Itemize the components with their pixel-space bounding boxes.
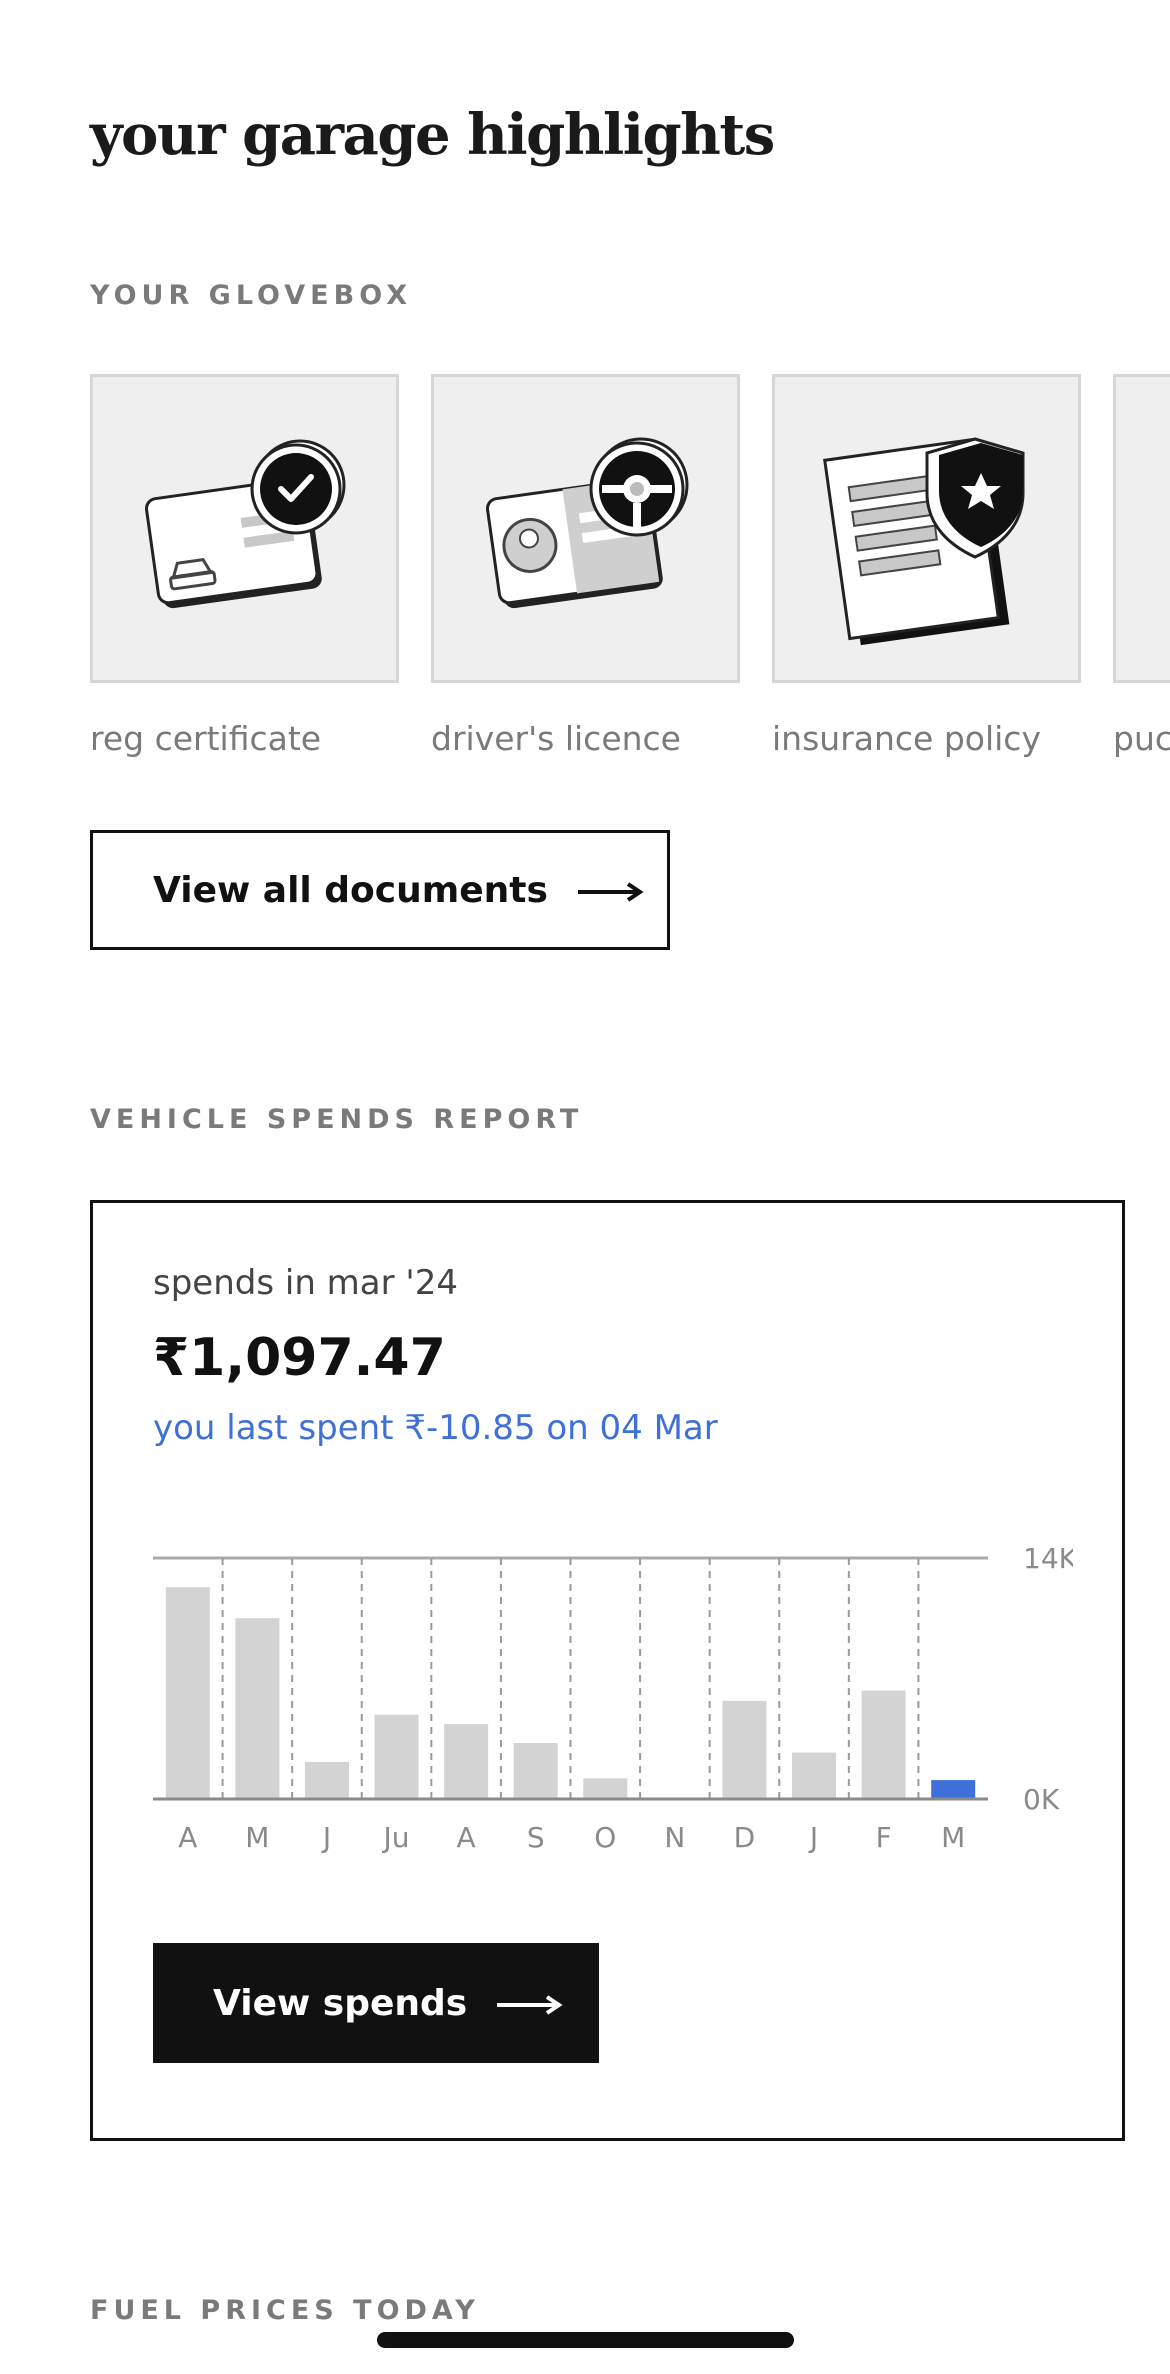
chart-bar <box>792 1752 837 1799</box>
chart-bar <box>304 1761 349 1799</box>
vehicle-spends-card: spends in mar '24 ₹1,097.47 you last spe… <box>90 1200 1125 2141</box>
chart-x-tick-label: N <box>664 1821 685 1854</box>
spends-section-label: VEHICLE SPENDS REPORT <box>90 1104 584 1135</box>
document-card-drivers-licence[interactable]: driver's licence <box>431 374 772 758</box>
chart-x-tick-label: A <box>457 1821 476 1854</box>
chart-y-tick-label: 14K <box>1023 1542 1073 1575</box>
view-all-documents-label: View all documents <box>153 869 548 911</box>
chart-x-tick-label: D <box>734 1821 756 1854</box>
chart-bar <box>513 1743 558 1799</box>
fuel-section-label: FUEL PRICES TODAY <box>90 2295 480 2326</box>
chart-bar <box>165 1587 210 1799</box>
monthly-spends-bar-chart: A M J Ju A S O N D J F M 14K 0K <box>153 1542 1073 1854</box>
chart-x-tick-label: A <box>178 1821 197 1854</box>
chart-x-tick-label: J <box>321 1821 331 1854</box>
document-label: insurance policy <box>772 719 1041 758</box>
spends-period: spends in mar '24 <box>153 1263 459 1303</box>
arrow-right-icon <box>577 870 644 911</box>
document-tile[interactable] <box>1113 374 1170 683</box>
document-label: driver's licence <box>431 719 681 758</box>
insurance-policy-icon <box>823 437 1025 646</box>
spends-amount: ₹1,097.47 <box>153 1328 446 1388</box>
page-title: your garage highlights <box>90 102 775 168</box>
document-label: puc <box>1113 719 1170 758</box>
document-tile[interactable] <box>431 374 740 683</box>
chart-x-tick-label: Ju <box>382 1821 410 1854</box>
view-all-documents-button[interactable]: View all documents <box>90 830 670 950</box>
document-card-puc[interactable]: puc <box>1113 374 1170 758</box>
glovebox-section-label: YOUR GLOVEBOX <box>90 280 413 311</box>
document-tile[interactable] <box>772 374 1081 683</box>
arrow-right-icon <box>497 1983 563 2024</box>
document-tile[interactable] <box>90 374 399 683</box>
chart-y-tick-label: 0K <box>1023 1783 1060 1816</box>
home-indicator <box>377 2332 794 2348</box>
chart-bar <box>931 1780 976 1799</box>
chart-bar <box>374 1714 419 1799</box>
chart-x-tick-label: F <box>876 1821 892 1854</box>
view-spends-label: View spends <box>213 1982 468 2024</box>
view-spends-button[interactable]: View spends <box>153 1943 599 2063</box>
chart-x-tick-label: J <box>808 1821 818 1854</box>
chart-x-tick-label: S <box>527 1821 545 1854</box>
chart-bar <box>861 1690 906 1799</box>
last-spent-text: you last spent ₹-10.85 on 04 Mar <box>153 1408 718 1448</box>
chart-bar <box>722 1700 767 1799</box>
drivers-licence-icon <box>485 437 689 609</box>
document-label: reg certificate <box>90 719 322 758</box>
chart-bar <box>583 1778 628 1799</box>
reg-certificate-icon <box>144 439 346 609</box>
chart-bar <box>235 1618 280 1799</box>
chart-x-tick-label: M <box>245 1821 269 1854</box>
chart-x-tick-label: M <box>941 1821 965 1854</box>
document-card-reg-certificate[interactable]: reg certificate <box>90 374 431 758</box>
glovebox-document-row[interactable]: reg certificate driver's licence insuran… <box>90 374 1170 774</box>
chart-x-tick-label: O <box>594 1821 616 1854</box>
chart-bar <box>444 1724 489 1799</box>
document-card-insurance-policy[interactable]: insurance policy <box>772 374 1113 758</box>
